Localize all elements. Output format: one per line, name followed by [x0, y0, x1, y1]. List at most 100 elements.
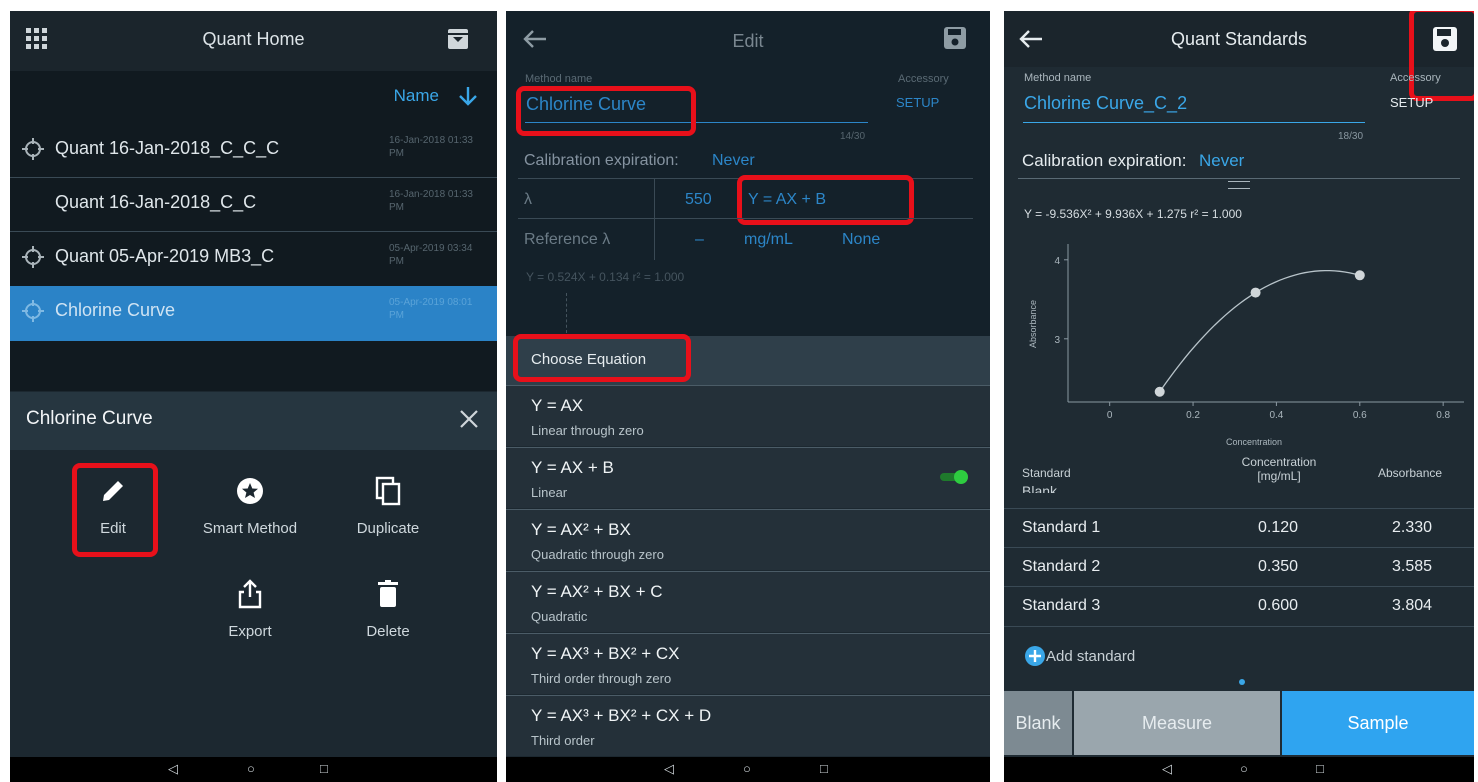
- page-title: Quant Home: [202, 29, 305, 49]
- equation-description: Quadratic: [531, 609, 588, 624]
- nav-recents-icon[interactable]: □: [820, 761, 828, 776]
- cell-standard: Standard 1: [1022, 519, 1101, 536]
- nav-home-icon[interactable]: ○: [743, 761, 751, 776]
- col-header-absorbance: Absorbance: [1378, 466, 1443, 480]
- bottom-sheet-header: Chlorine Curve: [10, 392, 497, 450]
- sample-button[interactable]: Sample: [1282, 691, 1474, 755]
- nav-home-icon[interactable]: ○: [247, 761, 255, 776]
- list-item[interactable]: Quant 16-Jan-2018_C_C_C 16-Jan-2018 01:3…: [10, 124, 497, 176]
- equation-option-selected[interactable]: Y = AX + B Linear: [506, 447, 990, 508]
- highlight-box: [1409, 11, 1474, 101]
- system-nav-bar: ◁ ○ □: [10, 757, 497, 782]
- cell-standard: Standard 2: [1022, 558, 1101, 575]
- calibration-value[interactable]: Never: [1199, 151, 1244, 171]
- col-header-standard: Standard: [1022, 466, 1071, 480]
- blank-button[interactable]: Blank: [1004, 691, 1072, 755]
- trash-icon: [378, 580, 398, 607]
- sort-label: Name: [393, 86, 439, 105]
- equation-option[interactable]: Y = AX³ + BX² + CX + D Third order: [506, 695, 990, 756]
- list-item[interactable]: Quant 16-Jan-2018_C_C 16-Jan-2018 01:33 …: [10, 178, 497, 230]
- list-item-selected[interactable]: Chlorine Curve 05-Apr-2019 08:01 PM: [10, 286, 497, 341]
- drag-handle[interactable]: [1228, 181, 1250, 189]
- equation-description: Third order through zero: [531, 671, 672, 686]
- data-point[interactable]: [1354, 270, 1365, 281]
- nav-home-icon[interactable]: ○: [1240, 761, 1248, 776]
- list-item-date: 05-Apr-2019 08:01 PM: [389, 297, 473, 321]
- quant-standards-screen: Quant Standards Method name Chlorine Cur…: [1004, 11, 1474, 782]
- accessory-setup-link[interactable]: SETUP: [1390, 95, 1433, 110]
- equation-option[interactable]: Y = AX² + BX Quadratic through zero: [506, 509, 990, 570]
- equation-option[interactable]: Y = AX³ + BX² + CX Third order through z…: [506, 633, 990, 694]
- smart-method-button[interactable]: Smart Method: [190, 476, 310, 537]
- fit-equation-text: Y = -9.536X² + 9.936X + 1.275 r² = 1.000: [1024, 207, 1242, 221]
- system-nav-bar: ◁ ○ □: [1004, 757, 1474, 782]
- add-circle-icon: [1025, 646, 1045, 666]
- save-icon[interactable]: [943, 26, 967, 50]
- duplicate-label: Duplicate: [356, 520, 420, 537]
- highlight-box: [513, 334, 691, 382]
- calibration-label: Calibration expiration:: [1022, 151, 1187, 170]
- page-title: Edit: [732, 31, 764, 51]
- fit-equation-text: Y = 0.524X + 0.134 r² = 1.000: [526, 270, 685, 284]
- top-app-bar: Quant Standards: [1004, 11, 1474, 67]
- wavelength-label: λ: [524, 191, 532, 208]
- col-header-concentration: Concentration [mg/mL]: [1241, 455, 1317, 483]
- equation-description: Quadratic through zero: [531, 547, 664, 562]
- archive-icon[interactable]: [447, 28, 469, 50]
- smart-method-label: Smart Method: [202, 520, 298, 537]
- top-app-bar: Quant Home: [10, 11, 497, 71]
- nav-back-icon[interactable]: ◁: [168, 761, 178, 777]
- method-name-label: Method name: [1024, 72, 1092, 84]
- data-point[interactable]: [1250, 287, 1261, 298]
- list-item-name: Quant 16-Jan-2018_C_C_C: [55, 138, 280, 158]
- equation-option[interactable]: Y = AX Linear through zero: [506, 385, 990, 446]
- table-row[interactable]: Standard 1 0.120 2.330: [1004, 508, 1474, 548]
- export-button[interactable]: Export: [190, 579, 310, 640]
- wavelength-value[interactable]: 550: [685, 191, 712, 209]
- list-item-date: 05-Apr-2019 03:34 PM: [389, 243, 473, 267]
- target-icon: [22, 138, 44, 160]
- nav-back-icon[interactable]: ◁: [1162, 761, 1172, 777]
- char-counter: 18/30: [1338, 131, 1364, 142]
- reference-value[interactable]: –: [695, 231, 704, 249]
- target-icon: [22, 300, 44, 322]
- sort-down-arrow-icon[interactable]: [457, 85, 479, 107]
- system-nav-bar: ◁ ○ □: [506, 757, 990, 782]
- cell-concentration: 0.600: [1258, 597, 1299, 614]
- calibration-value[interactable]: Never: [712, 152, 755, 170]
- duplicate-button[interactable]: Duplicate: [328, 476, 448, 537]
- method-name-input[interactable]: Chlorine Curve_C_2: [1024, 93, 1187, 114]
- edit-screen: Edit Method name Chlorine Curve 14/30 Ac…: [506, 11, 990, 782]
- equation-formula: Y = AX + B: [531, 458, 614, 477]
- reference-wavelength-label: Reference λ: [524, 231, 611, 248]
- method-list: Name Quant 16-Jan-2018_C_C_C 16-Jan-2018…: [10, 71, 497, 391]
- share-upload-icon: [238, 579, 262, 609]
- toggle-switch[interactable]: [940, 470, 968, 484]
- table-row[interactable]: Standard 3 0.600 3.804: [1004, 586, 1474, 627]
- calibration-label: Calibration expiration:: [524, 152, 679, 169]
- equation-option[interactable]: Y = AX² + BX + C Quadratic: [506, 571, 990, 632]
- star-badge-icon: [237, 478, 263, 504]
- close-icon[interactable]: [460, 410, 478, 428]
- nav-recents-icon[interactable]: □: [1316, 761, 1324, 776]
- y-tick-label: 3: [1054, 335, 1060, 346]
- list-item-name: Quant 05-Apr-2019 MB3_C: [55, 246, 275, 266]
- edit-form: Edit Method name Chlorine Curve 14/30 Ac…: [506, 11, 990, 336]
- data-point[interactable]: [1154, 386, 1165, 397]
- page-indicator-dot: [1239, 679, 1245, 685]
- accessory-setup-link[interactable]: SETUP: [896, 95, 939, 110]
- delete-button[interactable]: Delete: [328, 579, 448, 640]
- unit-value[interactable]: mg/mL: [744, 231, 793, 249]
- calibration-chart: 0 0.2 0.4 0.6 0.8 3 4 Concentration Absorbance: [1028, 244, 1464, 447]
- sort-by-name[interactable]: Name: [394, 86, 439, 106]
- nav-recents-icon[interactable]: □: [320, 761, 328, 776]
- reference-mode[interactable]: None: [842, 231, 880, 249]
- add-standard-label: Add standard: [1046, 648, 1136, 665]
- table-row[interactable]: Standard 2 0.350 3.585: [1004, 547, 1474, 587]
- delete-label: Delete: [366, 623, 410, 640]
- quant-home-screen: Quant Home Name Quant 16-Jan-2018_C_C_C …: [10, 11, 497, 782]
- measure-button[interactable]: Measure: [1074, 691, 1280, 755]
- list-item[interactable]: Quant 05-Apr-2019 MB3_C 05-Apr-2019 03:3…: [10, 232, 497, 284]
- char-counter: 14/30: [840, 131, 866, 142]
- nav-back-icon[interactable]: ◁: [664, 761, 674, 777]
